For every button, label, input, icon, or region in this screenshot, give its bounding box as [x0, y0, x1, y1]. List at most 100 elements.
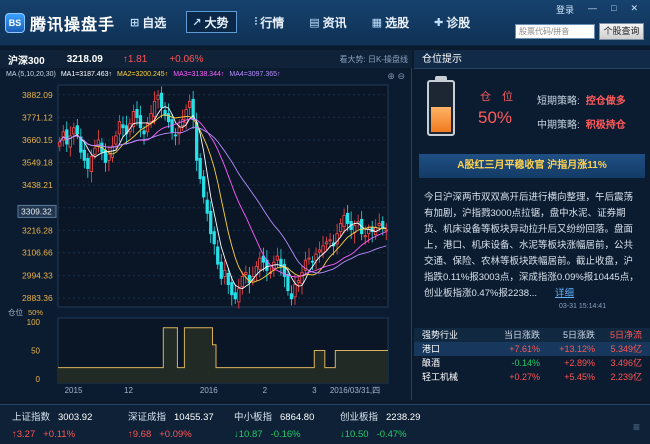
y-tick-label: 2883.36: [22, 293, 53, 303]
candle-body: [296, 280, 301, 283]
candle-body: [142, 130, 146, 135]
y-tick-label: 3216.28: [22, 225, 53, 235]
candle-body: [286, 274, 290, 292]
candle-body: [117, 121, 122, 135]
title-bar: BS 腾讯操盘手 ⊞ 自选 ↗ 大势 ⫶ 行情 ▤ 资讯 ▦ 选股 ✚ 诊股 登录 — □ …: [0, 0, 650, 46]
sector-row[interactable]: 轻工机械 +0.27% +5.45% 2.239亿: [414, 370, 650, 384]
x-tick-label: 12: [124, 386, 133, 395]
short-strategy: 短期策略: 控仓做多: [537, 96, 626, 107]
candle-body: [223, 269, 227, 277]
news-icon: ▤: [309, 16, 320, 29]
candle-body: [180, 119, 185, 127]
watchlist-icon: ⊞: [130, 16, 140, 29]
nav-market-trend[interactable]: ↗ 大势: [186, 11, 238, 33]
info-panel-title: 仓位提示: [414, 50, 650, 69]
x-tick-label: 2015: [65, 386, 83, 395]
candle-body: [149, 113, 153, 123]
index-ticker-bar: 上证指数 3003.92 ↑3.27 +0.11% 深证成指 10455.37 ↑9.…: [0, 404, 650, 444]
window-controls: 登录 — □ ✕: [556, 3, 638, 16]
y-tick-label: 3882.09: [22, 90, 53, 100]
y-tick-label: 2994.33: [22, 271, 53, 281]
candle-body: [317, 249, 322, 253]
candle-body: [258, 257, 262, 270]
candle-body: [216, 246, 220, 265]
position-battery-icon: [427, 80, 455, 136]
candle-body: [275, 255, 280, 261]
quotes-icon: ⫶: [254, 15, 258, 28]
candle-body: [328, 239, 332, 242]
candle-body: [240, 276, 244, 288]
picker-icon: ▦: [371, 16, 383, 29]
candle-body: [156, 94, 160, 100]
close-icon[interactable]: ✕: [630, 3, 638, 16]
candle-body: [293, 284, 297, 298]
nav-watchlist[interactable]: ⊞ 自选: [125, 11, 174, 33]
menu-icon[interactable]: ≡: [633, 420, 640, 434]
candle-body: [300, 271, 304, 284]
index-shenzhen[interactable]: 深证成指 10455.37 ↑9.68 +0.09%: [128, 409, 214, 440]
y-tick-label: 3771.12: [22, 112, 53, 122]
candle-body: [75, 125, 79, 135]
candle-body: [173, 134, 178, 137]
position-label: 仓 位: [480, 91, 518, 103]
candle-body: [107, 153, 111, 161]
news-more-link[interactable]: 详细: [555, 288, 574, 299]
nav-stock-picker[interactable]: ▦ 选股: [367, 11, 417, 33]
index-shanghai[interactable]: 上证指数 3003.92 ↑3.27 +0.11%: [12, 409, 92, 440]
candle-body: [135, 109, 139, 118]
index-chinext[interactable]: 创业板指 2238.29 ↓10.50 -0.47%: [340, 409, 420, 440]
nav-diagnosis[interactable]: ✚ 诊股: [429, 11, 478, 33]
y-tick-label: 3438.21: [22, 180, 53, 190]
candle-body: [338, 223, 343, 233]
candle-body: [188, 100, 192, 108]
candle-body: [58, 141, 62, 147]
news-headline[interactable]: A股红三月平稳收官 沪指月涨11%: [419, 154, 645, 178]
sector-row[interactable]: 港口 +7.61% +13.12% 5.349亿: [414, 342, 650, 356]
candle-body: [212, 231, 216, 245]
stock-query-button[interactable]: 个股查询: [599, 23, 644, 40]
logo-icon: BS: [5, 13, 25, 33]
candle-body: [244, 271, 248, 275]
candle-body: [93, 147, 97, 155]
candle-body: [230, 282, 234, 296]
login-link[interactable]: 登录: [556, 3, 574, 16]
candle-body: [219, 261, 223, 279]
sector-table: 强势行业 当日涨跌 5日涨跌 5日净流 港口 +7.61% +13.12% 5.…: [414, 328, 650, 384]
sector-header-row: 强势行业 当日涨跌 5日涨跌 5日净流: [414, 328, 650, 342]
nav-quotes[interactable]: ⫶ 行情: [249, 11, 292, 33]
candle-body: [152, 100, 157, 117]
current-price-label: 3309.32: [21, 206, 52, 216]
position-axis-pct: 50%: [28, 308, 43, 317]
position-y-tick: 0: [36, 375, 41, 384]
candle-body: [254, 265, 258, 275]
candle-body: [89, 155, 93, 172]
y-tick-label: 3106.66: [22, 248, 53, 258]
sector-row[interactable]: 酿酒 -0.14% +2.89% 3.496亿: [414, 356, 650, 370]
candle-body: [310, 260, 315, 263]
app-window: BS 腾讯操盘手 ⊞ 自选 ↗ 大势 ⫶ 行情 ▤ 资讯 ▦ 选股 ✚ 诊股 登录 — □ …: [0, 0, 650, 444]
candle-body: [363, 235, 367, 238]
y-tick-label: 3660.15: [22, 135, 53, 145]
minimize-icon[interactable]: —: [588, 3, 597, 16]
maximize-icon[interactable]: □: [611, 3, 616, 16]
index-sme[interactable]: 中小板指 6864.80 ↓10.87 -0.16%: [234, 409, 314, 440]
candle-body: [233, 292, 237, 300]
candle-body: [209, 210, 213, 235]
candle-body: [377, 223, 381, 226]
info-panel: 仓位提示 仓 位 50% 短期策略: 控仓做多 中期策略: 积极持仓 A股红三月平稳…: [414, 50, 650, 400]
candle-body: [324, 241, 329, 245]
trend-icon: ↗: [192, 16, 202, 29]
nav-news[interactable]: ▤ 资讯: [304, 11, 354, 33]
position-y-tick: 100: [27, 318, 41, 327]
candle-body: [65, 129, 69, 145]
candlestick-chart[interactable]: 3882.093771.123660.153549.183438.213327.…: [0, 50, 412, 400]
position-axis-title: 仓位: [8, 307, 23, 317]
news-timestamp: 03-31 15:14:41: [559, 303, 607, 310]
battery-fill: [431, 107, 451, 132]
y-tick-label: 3549.18: [22, 158, 53, 168]
candle-body: [195, 122, 199, 161]
candle-body: [110, 145, 115, 158]
candle-body: [314, 253, 318, 261]
app-title: 腾讯操盘手: [30, 17, 116, 34]
stock-search-input[interactable]: 股票代码/拼音: [515, 24, 595, 39]
